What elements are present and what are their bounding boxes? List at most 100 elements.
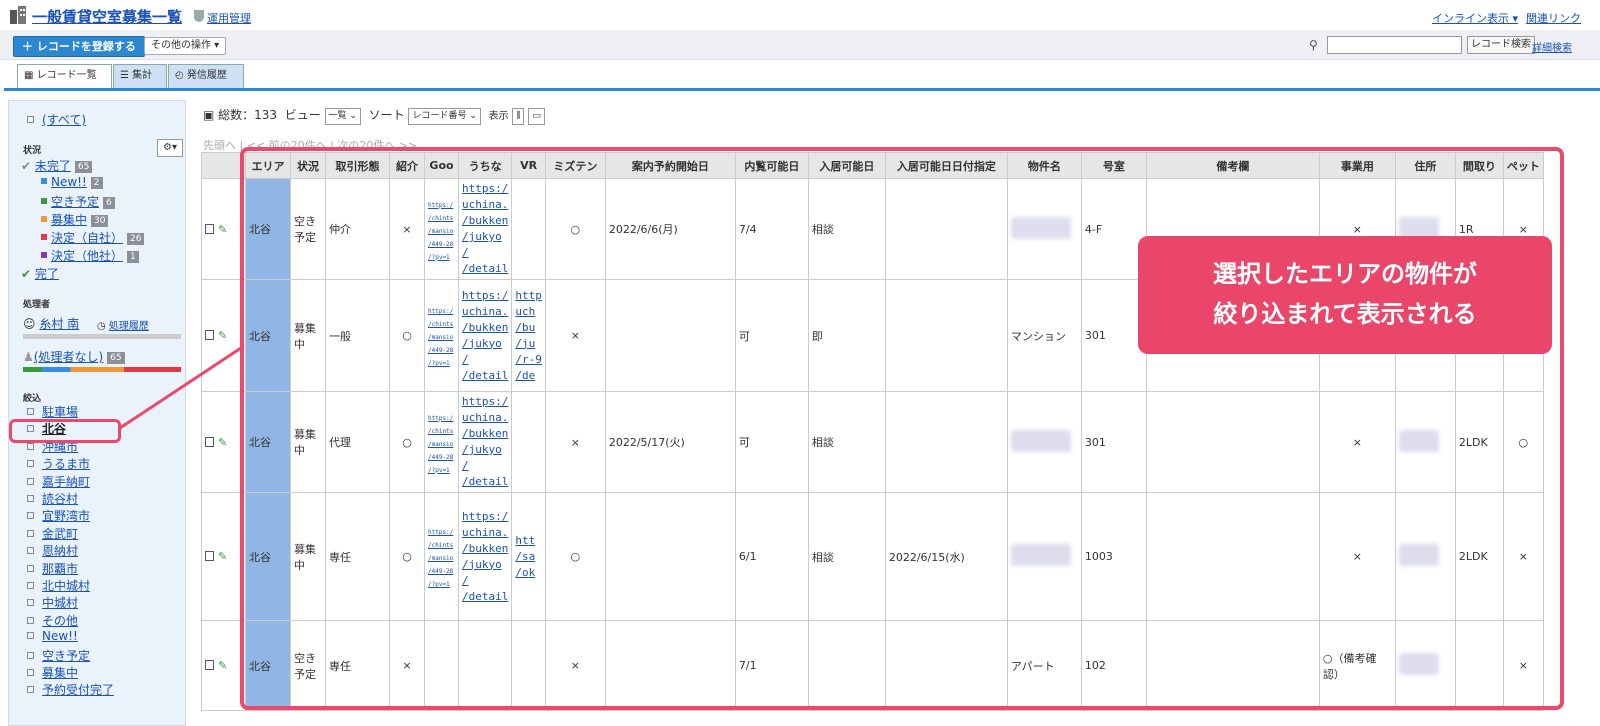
sidebar-filter-item[interactable]: 駐車場	[27, 403, 78, 420]
cell-tour: 2022/6/6(月)	[604, 178, 736, 280]
edit-icon[interactable]: ✎	[218, 659, 227, 672]
sidebar-filter-item[interactable]: 嘉手納町	[27, 473, 90, 490]
cell-layout: 2LDK	[1454, 492, 1504, 621]
table-row[interactable]: ✎ 北谷 空き予定 専任 × × 7/1 アパート 102 ○（備考確認） ×	[201, 620, 1544, 711]
columns-view-icon[interactable]: ⫼	[512, 108, 525, 125]
handler-history-link[interactable]: ◷ 処理履歴	[97, 317, 149, 332]
column-header[interactable]: 内覧可能日	[734, 152, 809, 179]
admin-link[interactable]: 運用管理	[207, 10, 251, 26]
record-search-button[interactable]: レコード検索	[1467, 36, 1535, 54]
register-record-button[interactable]: ＋ レコードを登録する	[13, 36, 145, 57]
cell-status: 空き予定	[290, 620, 326, 711]
sidebar-status-recruiting[interactable]: 募集中 30	[41, 211, 109, 228]
cell-intro: ○	[389, 279, 425, 392]
sidebar-filter-item[interactable]: New!!	[27, 629, 78, 643]
detail-icon[interactable]	[205, 330, 214, 340]
pager[interactable]: 先頭へ | << 前の20件へ | 次の20件へ >>	[203, 137, 417, 153]
search-input[interactable]	[1327, 36, 1462, 54]
sidebar-filter-item[interactable]: 読谷村	[27, 490, 78, 507]
page-title[interactable]: 一般賃貸空室募集一覧	[32, 6, 182, 27]
tab-send-history[interactable]: ◴ 発信履歴	[168, 64, 244, 88]
inline-view-link[interactable]: インライン表示 ▾	[1432, 10, 1518, 26]
cell-vr: http uch /bu /ju /r-9 /de	[511, 279, 546, 392]
edit-icon[interactable]: ✎	[218, 329, 227, 342]
sidebar-item-all[interactable]: (すべて)	[27, 111, 86, 128]
related-links[interactable]: 関連リンク	[1526, 10, 1581, 26]
view-select[interactable]: 一覧 ⌄	[324, 108, 361, 125]
no-handler[interactable]: ♟(処理者なし) 65	[23, 348, 125, 365]
handler-user[interactable]: ☺ 糸村 南	[23, 315, 79, 332]
redacted-value	[1398, 429, 1439, 452]
cell-biz: ○（備考確認）	[1318, 620, 1396, 711]
sidebar-filter-item[interactable]: うるま市	[27, 455, 90, 472]
column-header[interactable]: 案内予約開始日	[604, 152, 736, 179]
sidebar-filter-item[interactable]: 那覇市	[27, 560, 78, 577]
redacted-value	[1010, 429, 1071, 452]
column-header[interactable]: 備考欄	[1145, 152, 1320, 179]
sidebar-filter-item[interactable]: 中城村	[27, 594, 78, 611]
detail-icon[interactable]	[205, 551, 214, 561]
column-header[interactable]: ミズテン	[544, 152, 606, 179]
column-header[interactable]: Goo	[424, 152, 459, 179]
cell-room: 102	[1080, 620, 1147, 711]
sidebar-status-scheduled[interactable]: 空き予定 6	[41, 193, 115, 210]
cell-room: 4-F	[1080, 178, 1147, 280]
rows-view-icon[interactable]: ▭	[528, 108, 545, 125]
sidebar-filter-item[interactable]: 沖縄市	[27, 438, 78, 455]
table-row[interactable]: ✎ 北谷 募集中 代理 ○ https:/ /chints /mansio /449-28…	[201, 391, 1544, 493]
sidebar-status-decided-own[interactable]: 決定（自社） 26	[41, 229, 145, 246]
cell-pet: ○	[1502, 391, 1544, 493]
column-header[interactable]: うちな	[457, 152, 513, 179]
column-header[interactable]: 号室	[1080, 152, 1147, 179]
cell-room: 1003	[1080, 492, 1147, 621]
total-count: 総数：133	[218, 108, 278, 122]
other-actions-button[interactable]: その他の操作 ▾	[144, 37, 227, 55]
column-header[interactable]: 紹介	[389, 152, 425, 179]
cell-view: 可	[734, 279, 809, 392]
sidebar-filter-item[interactable]: 空き予定	[27, 647, 90, 664]
sidebar-filter-item[interactable]: 金武町	[27, 525, 78, 542]
detail-icon[interactable]	[205, 660, 214, 670]
sidebar-filter-item[interactable]: 北谷	[27, 420, 66, 437]
column-header[interactable]: 間取り	[1454, 152, 1504, 179]
advanced-search-link[interactable]: 詳細検索	[1532, 39, 1572, 54]
sidebar-status-complete[interactable]: ✔ 完了	[21, 265, 59, 282]
column-header[interactable]: 住所	[1394, 152, 1456, 179]
sidebar-filter-item[interactable]: 恩納村	[27, 542, 78, 559]
detail-icon[interactable]	[205, 223, 214, 234]
search-icon: ⚲	[1309, 38, 1318, 52]
tab-summary[interactable]: ☰ 集計	[113, 64, 167, 88]
handler-bar	[23, 334, 181, 339]
column-header[interactable]: 状況	[290, 152, 326, 179]
gear-icon[interactable]: ⚙▾	[157, 139, 183, 157]
cell-view: 6/1	[734, 492, 809, 621]
sidebar-status-new[interactable]: New!! 2	[41, 175, 103, 189]
sort-select[interactable]: レコード番号 ⌄	[408, 108, 481, 125]
sidebar-status-incomplete[interactable]: ✔ 未完了 65	[21, 157, 93, 174]
edit-icon[interactable]: ✎	[218, 223, 227, 236]
status-heading: 状況	[23, 146, 42, 156]
cell-tour	[604, 620, 736, 711]
sidebar-filter-item[interactable]: その他	[27, 612, 78, 629]
column-header[interactable]: 入居可能日日付指定	[884, 152, 1008, 179]
column-header[interactable]: エリア	[245, 152, 291, 179]
cell-mizuten: ×	[544, 620, 606, 711]
sidebar-filter-item[interactable]: 北中城村	[27, 577, 90, 594]
sidebar-filter-item[interactable]: 宜野湾市	[27, 507, 90, 524]
column-header[interactable]: 物件名	[1006, 152, 1082, 179]
column-header[interactable]: ペット	[1502, 152, 1544, 179]
column-header-actions	[201, 152, 246, 179]
column-header[interactable]: 入居可能日	[807, 152, 886, 179]
column-header[interactable]: 事業用	[1318, 152, 1396, 179]
edit-icon[interactable]: ✎	[218, 550, 227, 563]
sidebar-status-decided-other[interactable]: 決定（他社） 1	[41, 247, 139, 264]
edit-icon[interactable]: ✎	[218, 436, 227, 449]
table-row[interactable]: ✎ 北谷 募集中 専任 ○ https:/ /chints /mansio /449-28…	[201, 492, 1544, 621]
column-header[interactable]: VR	[511, 152, 546, 179]
detail-icon[interactable]	[205, 436, 214, 447]
tab-record-list[interactable]: ▦ レコード一覧	[17, 64, 112, 88]
sidebar-filter-item[interactable]: 予約受付完了	[27, 681, 114, 698]
collapse-icon[interactable]: ▣	[203, 108, 218, 122]
column-header[interactable]: 取引形態	[325, 152, 390, 179]
sidebar-filter-item[interactable]: 募集中	[27, 664, 78, 681]
